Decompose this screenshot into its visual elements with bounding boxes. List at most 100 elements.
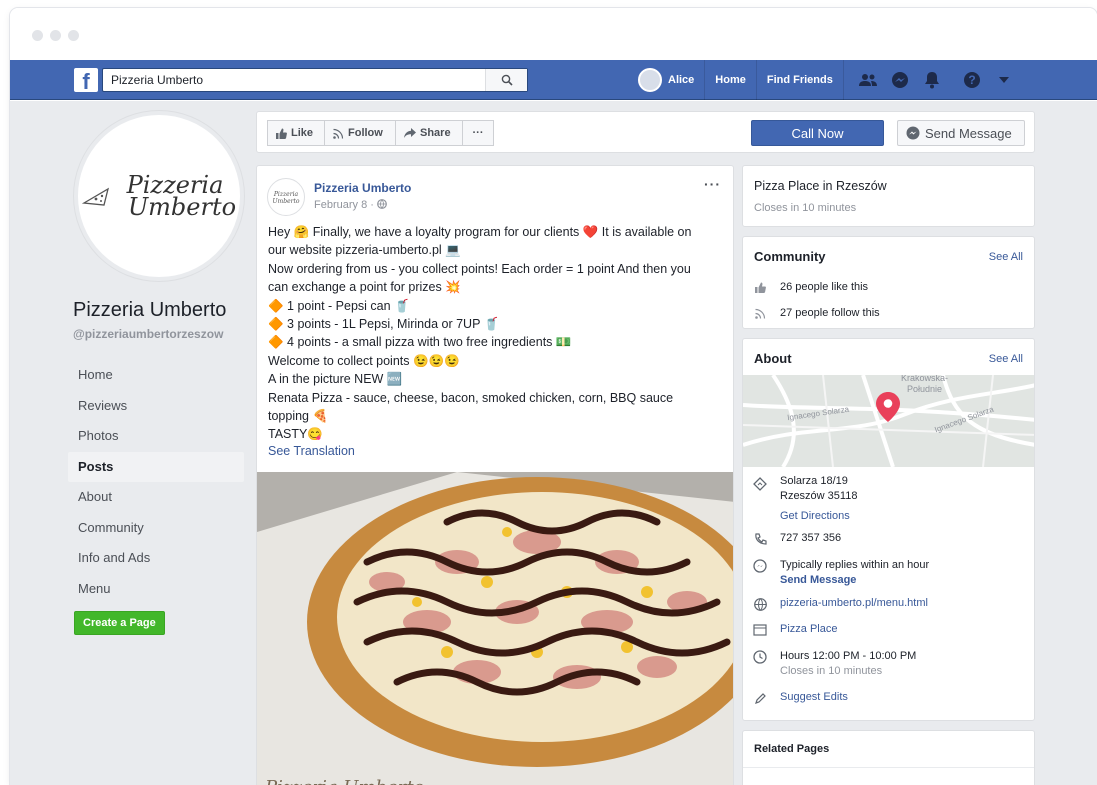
post-line: Welcome to collect points 😉😉😉 — [268, 353, 460, 368]
search-value: Pizzeria Umberto — [111, 73, 204, 87]
pencil-icon — [753, 691, 767, 705]
closes-text: Closes in 10 minutes — [754, 202, 857, 214]
window-dot-minimize[interactable] — [50, 30, 61, 41]
find-friends-link[interactable]: Find Friends — [757, 60, 844, 100]
post-line: 🔶 3 points - 1L Pepsi, Mirinda or 7UP 🥤 — [268, 317, 500, 332]
facebook-topbar: f Pizzeria Umberto Alice Home Find Frien… — [10, 60, 1097, 100]
follow-button[interactable]: Follow — [324, 120, 396, 146]
pizza-photo-illustration — [257, 472, 733, 785]
like-button[interactable]: Like — [267, 120, 325, 146]
side-nav-posts[interactable]: Posts — [68, 451, 244, 482]
location-map[interactable]: Krakowska- Południe Ignacego Solarza Ign… — [743, 375, 1034, 467]
facebook-logo-icon[interactable]: f — [74, 68, 98, 92]
post-line: Now ordering from us - you collect point… — [268, 261, 691, 276]
title-bar — [10, 8, 1097, 60]
page-title: Pizzeria Umberto — [73, 299, 227, 321]
pizza-slice-logo-icon — [81, 187, 109, 206]
dropdown-caret-icon[interactable] — [988, 60, 1020, 100]
rss-follow-icon — [753, 306, 767, 320]
side-nav-menu[interactable]: Menu — [68, 574, 244, 605]
post-date[interactable]: February 8 · — [314, 199, 387, 211]
page-action-bar: Like Follow Share ··· Call Now Send Mess… — [256, 111, 1035, 153]
like-label: Like — [291, 127, 314, 139]
about-see-all-link[interactable]: See All — [989, 353, 1023, 365]
page-handle[interactable]: @pizzeriaumbertorzeszow — [73, 327, 223, 341]
page-side-nav: Home Reviews Photos Posts About Communit… — [68, 360, 244, 604]
profile-picture[interactable]: Pizzeria Umberto — [74, 111, 244, 281]
about-title: About — [754, 351, 792, 366]
search-button[interactable] — [485, 69, 527, 91]
post-line: A in the picture NEW 🆕 — [268, 372, 403, 387]
messenger-reply-icon — [753, 559, 767, 573]
thumbs-up-icon — [753, 280, 767, 294]
post-line: our website pizzeria-umberto.pl 💻 — [268, 243, 461, 258]
category-text[interactable]: Pizza Place in Rzeszów — [754, 179, 887, 193]
svg-text:?: ? — [968, 73, 975, 87]
share-label: Share — [420, 127, 451, 139]
post-photo[interactable]: Pizzeria Umberto — [257, 472, 733, 785]
window-dot-close[interactable] — [32, 30, 43, 41]
globe-icon — [753, 597, 767, 611]
hours-closes-text: Closes in 10 minutes — [780, 665, 883, 677]
send-message-button[interactable]: Send Message — [897, 120, 1025, 146]
search-icon — [501, 74, 513, 86]
suggest-edits-link[interactable]: Suggest Edits — [780, 691, 848, 703]
get-directions-link[interactable]: Get Directions — [780, 510, 850, 522]
send-message-link[interactable]: Send Message — [780, 574, 856, 586]
phone-icon — [753, 532, 767, 546]
community-see-all-link[interactable]: See All — [989, 251, 1023, 263]
messenger-icon[interactable] — [884, 60, 916, 100]
friends-icon[interactable] — [852, 60, 884, 100]
thumbs-up-icon — [276, 128, 287, 139]
post-line: Hey 🤗 Finally, we have a loyalty program… — [268, 225, 692, 239]
topbar-nav: Alice Home Find Friends ? — [638, 60, 1020, 100]
phone-number[interactable]: 727 357 356 — [780, 532, 841, 544]
post-line: 🔶 1 point - Pepsi can 🥤 — [268, 298, 410, 313]
hours-text[interactable]: Hours 12:00 PM - 10:00 PM — [780, 650, 916, 662]
category-link[interactable]: Pizza Place — [780, 623, 837, 635]
side-nav-photos[interactable]: Photos — [68, 421, 244, 452]
side-nav-about[interactable]: About — [68, 482, 244, 513]
more-actions-button[interactable]: ··· — [462, 120, 494, 146]
post-line: 🔶 4 points - a small pizza with two free… — [268, 335, 572, 350]
search-input[interactable]: Pizzeria Umberto — [102, 68, 528, 92]
window-dot-maximize[interactable] — [68, 30, 79, 41]
address-line-2: Rzeszów 35118 — [780, 490, 858, 502]
follow-label: Follow — [348, 127, 383, 139]
help-icon[interactable]: ? — [956, 60, 988, 100]
page-content: Pizzeria Umberto Pizzeria Umberto @pizze… — [10, 101, 1097, 785]
related-pages-title: Related Pages — [754, 743, 830, 755]
profile-link[interactable]: Alice — [668, 60, 706, 100]
side-nav-reviews[interactable]: Reviews — [68, 391, 244, 422]
follows-count-text: 27 people follow this — [780, 307, 880, 319]
rss-follow-icon — [333, 128, 344, 139]
post-avatar[interactable]: Pizzeria Umberto — [267, 178, 305, 216]
location-diamond-icon — [753, 477, 767, 491]
photo-watermark: Pizzeria Umberto — [265, 777, 424, 785]
avatar[interactable] — [638, 68, 662, 92]
post-card: Pizzeria Umberto Pizzeria Umberto Februa… — [256, 165, 734, 785]
send-message-label: Send Message — [925, 125, 1012, 141]
home-link[interactable]: Home — [705, 60, 757, 100]
notifications-icon[interactable] — [916, 60, 948, 100]
map-label: Krakowska- — [901, 375, 949, 383]
post-author-link[interactable]: Pizzeria Umberto — [314, 181, 411, 195]
post-line: topping 🍕 — [268, 409, 329, 424]
post-line: can exchange a point for prizes 💥 — [268, 280, 461, 295]
side-nav-home[interactable]: Home — [68, 360, 244, 391]
website-link[interactable]: pizzeria-umberto.pl/menu.html — [780, 597, 928, 609]
call-now-button[interactable]: Call Now — [751, 120, 884, 146]
post-line: Renata Pizza - sauce, cheese, bacon, smo… — [268, 390, 674, 405]
community-title: Community — [754, 249, 826, 264]
address-line-1: Solarza 18/19 — [780, 475, 848, 487]
create-page-button[interactable]: Create a Page — [74, 611, 165, 635]
post-text: Hey 🤗 Finally, we have a loyalty program… — [268, 223, 726, 444]
logo-line-2: Umberto — [127, 193, 237, 221]
see-translation-link[interactable]: See Translation — [268, 444, 355, 458]
share-button[interactable]: Share — [395, 120, 463, 146]
map-pin-icon — [876, 392, 900, 422]
side-nav-info-and-ads[interactable]: Info and Ads — [68, 543, 244, 574]
clock-icon — [753, 650, 767, 664]
side-nav-community[interactable]: Community — [68, 513, 244, 544]
post-options-button[interactable]: ··· — [704, 176, 721, 192]
